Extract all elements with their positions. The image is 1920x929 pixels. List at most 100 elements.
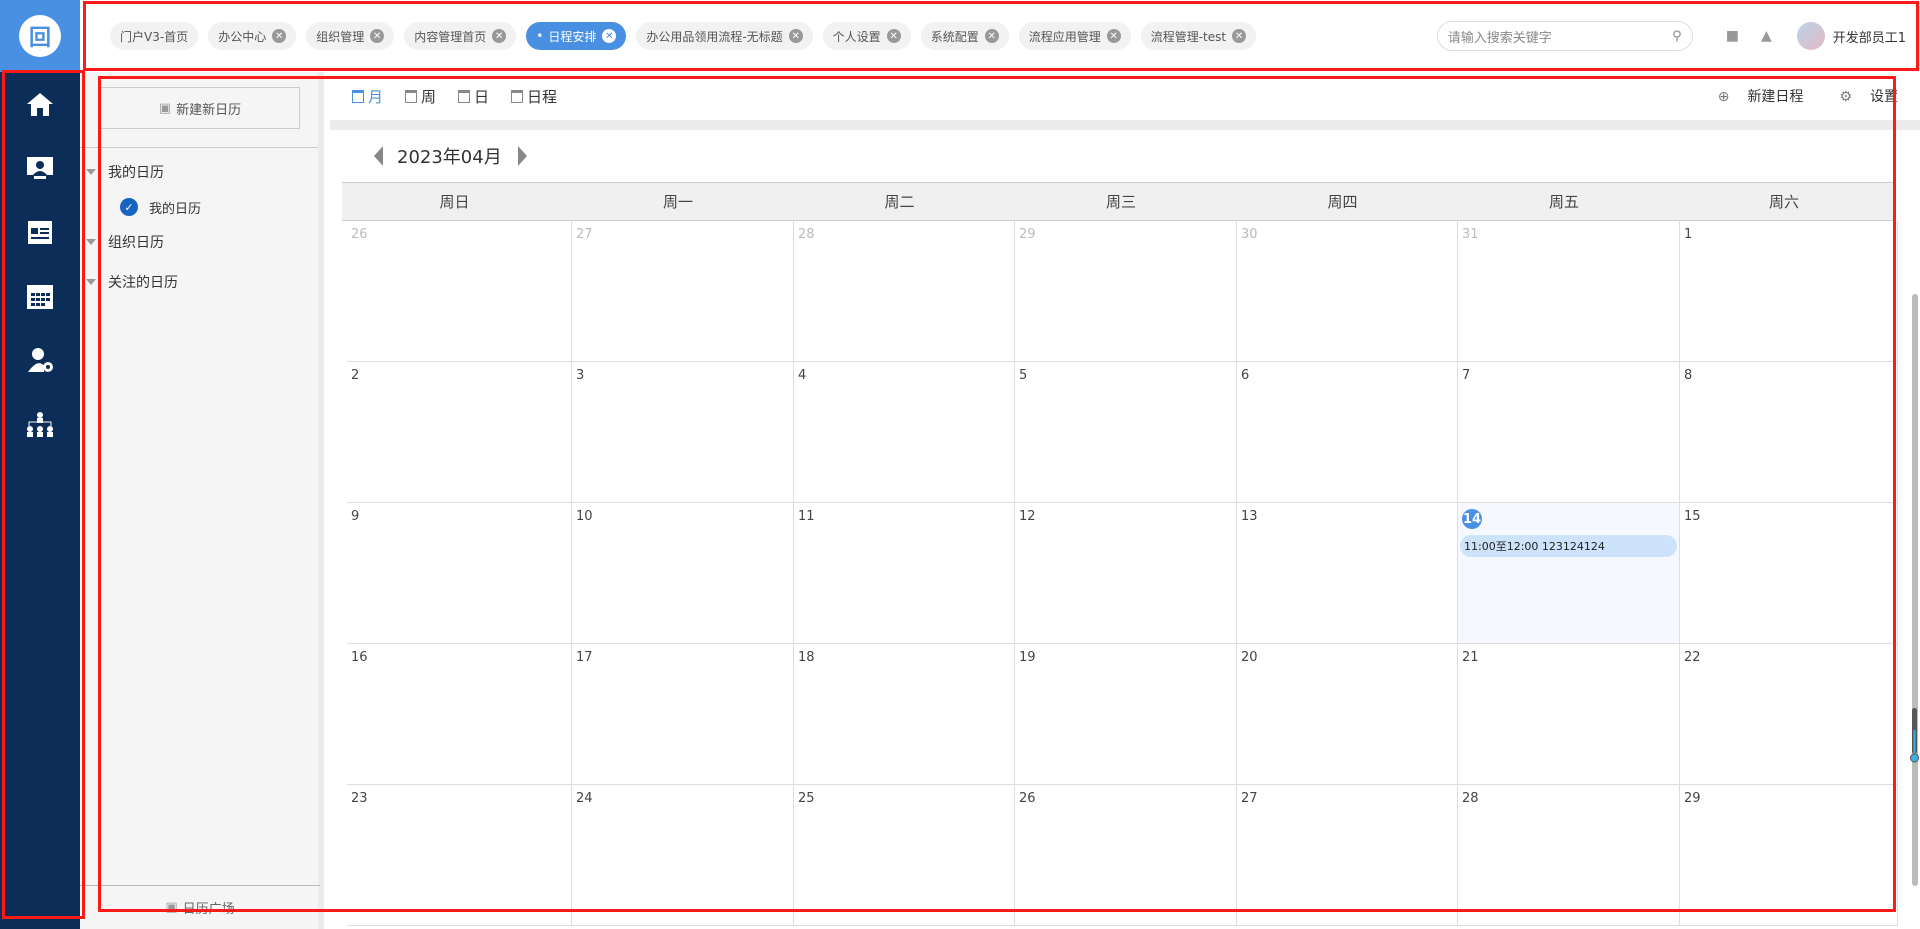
- day-cell[interactable]: 29: [1680, 785, 1898, 926]
- view-month[interactable]: 月: [352, 86, 383, 107]
- day-number: 23: [351, 791, 368, 806]
- day-cell[interactable]: 20: [1237, 644, 1458, 785]
- section-org-calendars[interactable]: 组织日历: [86, 222, 318, 262]
- checked-icon[interactable]: ✓: [120, 198, 138, 216]
- collapse-triangle-icon: [86, 169, 96, 175]
- day-cell[interactable]: 25: [794, 785, 1015, 926]
- logo[interactable]: 回: [0, 0, 80, 72]
- tab-3[interactable]: 内容管理首页 ✕: [404, 22, 517, 50]
- day-cell[interactable]: 28: [1458, 785, 1680, 926]
- day-cell[interactable]: 5: [1015, 362, 1237, 503]
- tab-strip: 门户V3-首页 办公中心 ✕ 组织管理 ✕ 内容管理首页 ✕ • 日程安排 ✕ 办公用品领用流程-无…: [110, 22, 1437, 50]
- scroll-thumb[interactable]: [1910, 708, 1920, 764]
- day-cell[interactable]: 4: [794, 362, 1015, 503]
- search-placeholder: 请输入搜索关键字: [1447, 30, 1552, 46]
- prev-month-button[interactable]: [374, 146, 383, 166]
- tab-7[interactable]: 系统配置 ✕: [920, 22, 1009, 50]
- day-cell[interactable]: 26: [1015, 785, 1237, 926]
- day-cell[interactable]: 9: [347, 503, 572, 644]
- day-cell[interactable]: 1: [1680, 221, 1898, 362]
- left-nav: 回: [0, 0, 80, 929]
- day-cell[interactable]: 31: [1458, 221, 1680, 362]
- search-icon[interactable]: ⚲: [1672, 29, 1682, 44]
- settings-button[interactable]: ⚙ 设置: [1821, 86, 1898, 106]
- scrollbar[interactable]: [1912, 294, 1918, 886]
- day-cell[interactable]: 30: [1237, 221, 1458, 362]
- day-cell[interactable]: 16: [347, 644, 572, 785]
- tab-9[interactable]: 流程管理-test ✕: [1140, 22, 1257, 50]
- day-cell[interactable]: 11: [794, 503, 1015, 644]
- user-settings-icon[interactable]: [0, 328, 80, 392]
- day-cell[interactable]: 13: [1237, 503, 1458, 644]
- close-icon[interactable]: ✕: [602, 29, 617, 43]
- new-calendar-button[interactable]: ▣ 新建新日历: [100, 87, 300, 129]
- section-label: 关注的日历: [108, 275, 178, 291]
- new-event-button[interactable]: ⊕ 新建日程: [1700, 86, 1804, 106]
- day-cell[interactable]: 19: [1015, 644, 1237, 785]
- section-my-calendars[interactable]: 我的日历: [86, 152, 318, 192]
- calendar-icon[interactable]: [0, 264, 80, 328]
- calendar-day-icon: [458, 89, 471, 103]
- tab-0[interactable]: 门户V3-首页: [110, 22, 199, 50]
- day-cell[interactable]: 6: [1237, 362, 1458, 503]
- day-cell[interactable]: 14 11:00至12:00 123124124: [1458, 503, 1680, 644]
- tab-label: 内容管理首页: [414, 29, 487, 44]
- close-icon[interactable]: ✕: [984, 29, 999, 43]
- tab-5[interactable]: 办公用品领用流程-无标题 ✕: [636, 22, 813, 50]
- user-name[interactable]: 开发部员工1: [1833, 27, 1906, 46]
- day-cell[interactable]: 3: [572, 362, 794, 503]
- close-icon[interactable]: ✕: [1106, 29, 1121, 43]
- calendar-item-mine[interactable]: ✓ 我的日历: [120, 192, 318, 222]
- day-cell[interactable]: 8: [1680, 362, 1898, 503]
- tab-1[interactable]: 办公中心 ✕: [208, 22, 297, 50]
- day-cell[interactable]: 26: [347, 221, 572, 362]
- view-agenda[interactable]: 日程: [511, 86, 557, 107]
- calendar-square-button[interactable]: ▣ 日历广场: [80, 885, 320, 929]
- desktop-user-icon[interactable]: [0, 136, 80, 200]
- search-input[interactable]: 请输入搜索关键字 ⚲: [1436, 21, 1693, 51]
- day-number: 9: [351, 509, 360, 524]
- message-icon[interactable]: ■: [1726, 28, 1739, 44]
- tab-6[interactable]: 个人设置 ✕: [822, 22, 911, 50]
- day-cell[interactable]: 15: [1680, 503, 1898, 644]
- close-icon[interactable]: ✕: [492, 29, 507, 43]
- view-label: 周: [421, 87, 437, 106]
- day-cell[interactable]: 27: [572, 221, 794, 362]
- tab-4[interactable]: • 日程安排 ✕: [526, 22, 627, 50]
- next-month-button[interactable]: [517, 146, 527, 166]
- day-cell[interactable]: 18: [794, 644, 1015, 785]
- day-cell[interactable]: 21: [1458, 644, 1680, 785]
- close-icon[interactable]: ✕: [272, 29, 287, 43]
- home-icon[interactable]: [0, 72, 80, 136]
- org-chart-icon[interactable]: [0, 392, 80, 456]
- day-cell[interactable]: 29: [1015, 221, 1237, 362]
- day-cell[interactable]: 2: [347, 362, 572, 503]
- news-icon[interactable]: [0, 200, 80, 264]
- avatar[interactable]: [1796, 22, 1825, 50]
- month-grid: 周日 周一 周二 周三 周四 周五 周六 26 27 28 29 30 31 1 2 3 4 5 6 7 8 9 10 11…: [342, 182, 1898, 926]
- section-followed-calendars[interactable]: 关注的日历: [86, 262, 318, 302]
- day-cell[interactable]: 17: [572, 644, 794, 785]
- day-cell[interactable]: 7: [1458, 362, 1680, 503]
- day-number: 28: [798, 227, 815, 242]
- close-icon[interactable]: ✕: [886, 29, 901, 43]
- close-icon[interactable]: ✕: [788, 29, 803, 43]
- view-week[interactable]: 周: [405, 86, 436, 107]
- day-number: 21: [1462, 650, 1479, 665]
- tab-8[interactable]: 流程应用管理 ✕: [1018, 22, 1131, 50]
- view-day[interactable]: 日: [458, 86, 489, 107]
- day-number: 5: [1019, 368, 1028, 383]
- event-item[interactable]: 11:00至12:00 123124124: [1460, 535, 1677, 557]
- day-cell[interactable]: 22: [1680, 644, 1898, 785]
- close-icon[interactable]: ✕: [370, 29, 385, 43]
- skin-icon[interactable]: ▲: [1761, 28, 1772, 44]
- day-cell[interactable]: 10: [572, 503, 794, 644]
- day-cell[interactable]: 24: [572, 785, 794, 926]
- day-number: 10: [576, 509, 593, 524]
- day-cell[interactable]: 27: [1237, 785, 1458, 926]
- day-cell[interactable]: 28: [794, 221, 1015, 362]
- tab-2[interactable]: 组织管理 ✕: [306, 22, 395, 50]
- close-icon[interactable]: ✕: [1232, 29, 1247, 43]
- day-cell[interactable]: 23: [347, 785, 572, 926]
- day-cell[interactable]: 12: [1015, 503, 1237, 644]
